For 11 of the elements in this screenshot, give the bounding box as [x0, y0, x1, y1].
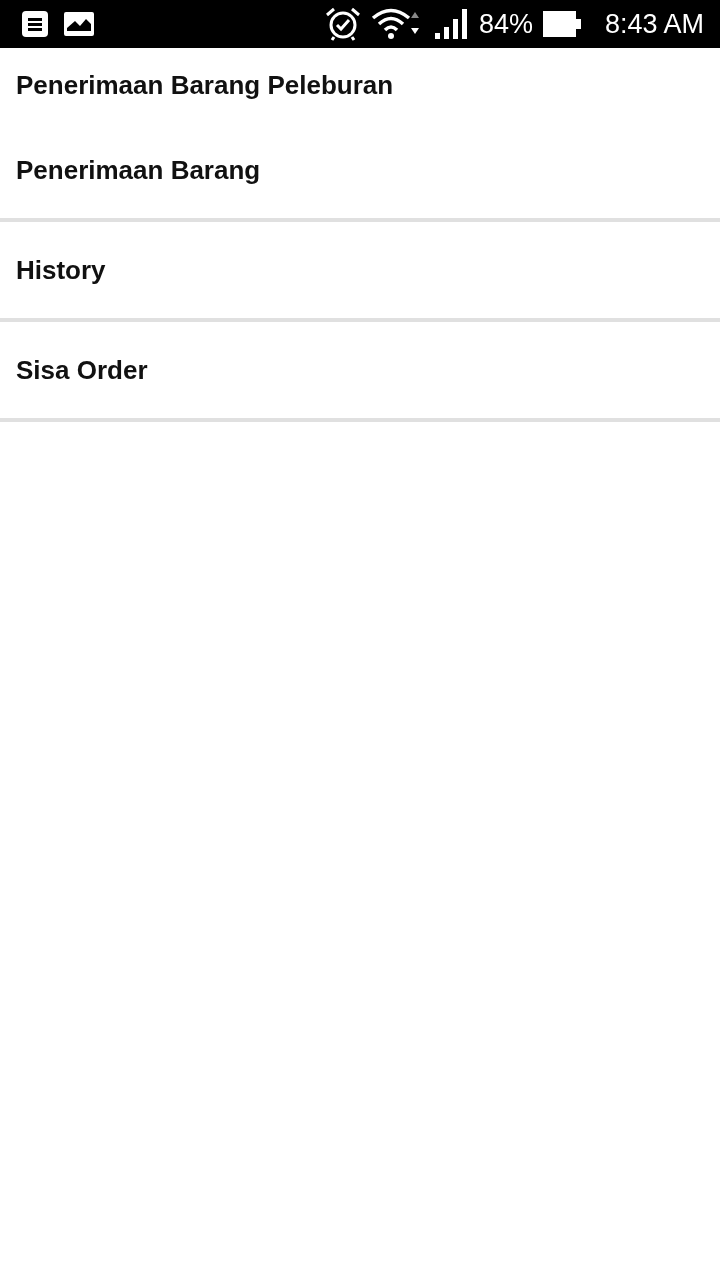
screen-title: Penerimaan Barang Peleburan [16, 69, 394, 101]
battery-icon [542, 11, 581, 37]
menu-item[interactable]: Penerimaan Barang [0, 122, 720, 222]
alarm-icon [324, 7, 361, 41]
menu-item[interactable]: History [0, 222, 720, 322]
image-icon [64, 12, 94, 36]
clock: 8:43 AM [604, 8, 704, 40]
menu-item[interactable]: Sisa Order [0, 322, 720, 422]
battery-percent: 84% [478, 8, 533, 40]
notes-icon [22, 11, 48, 37]
signal-icon [434, 9, 469, 39]
